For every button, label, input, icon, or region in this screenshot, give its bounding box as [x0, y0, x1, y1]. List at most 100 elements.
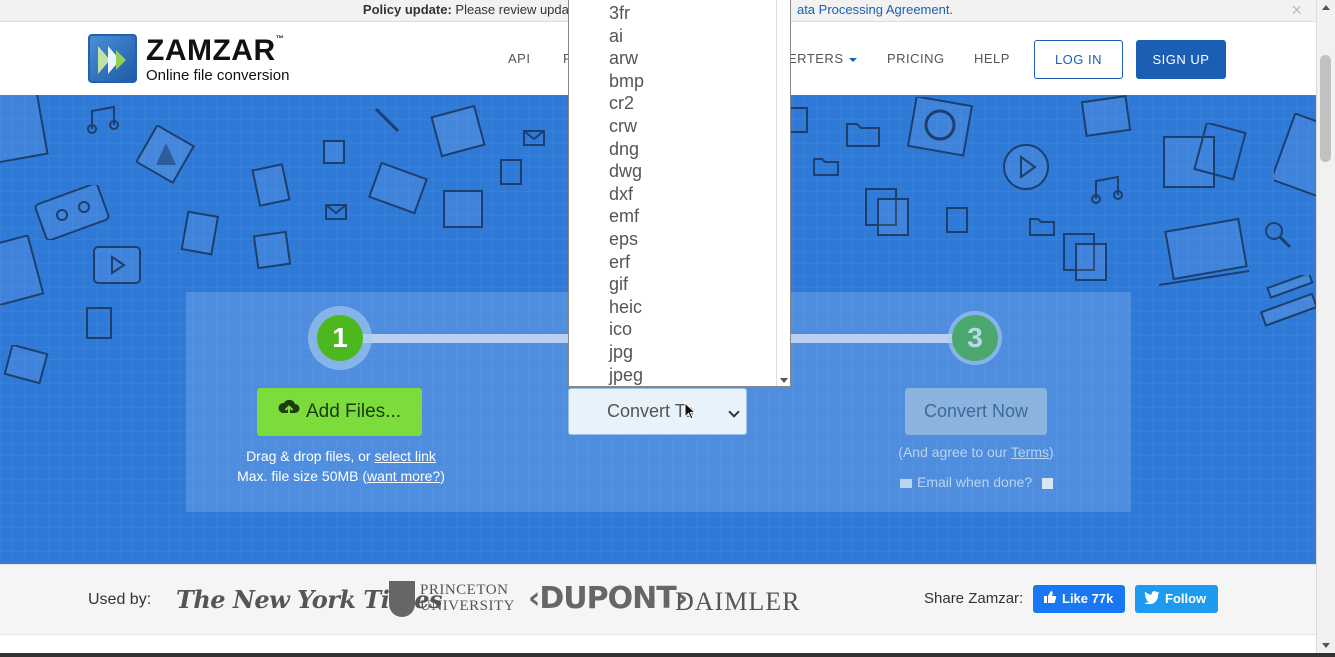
format-option[interactable]: bmp [609, 70, 790, 93]
signup-button[interactable]: SIGN UP [1136, 40, 1226, 79]
music-note-icon [86, 105, 120, 135]
share-label: Share Zamzar: [924, 590, 1024, 607]
laptop-icon [1155, 215, 1259, 295]
folder-icon [812, 155, 840, 177]
ruler-pencil-icon [1258, 275, 1316, 335]
login-button[interactable]: LOG IN [1034, 40, 1123, 79]
format-option[interactable]: heic [609, 296, 790, 319]
format-option[interactable]: dxf [609, 183, 790, 206]
photo-file-icon [84, 305, 114, 341]
policy-bold: Policy update: [362, 2, 452, 17]
copy-files-icon [862, 185, 914, 239]
cassette-icon [34, 185, 114, 240]
princeton-line-1: PRINCETON [420, 582, 509, 598]
scroll-up-arrow-icon[interactable] [1322, 5, 1330, 10]
nav-converters[interactable]: ERTERS [788, 22, 857, 95]
nav-help[interactable]: HELP [974, 22, 1010, 95]
music-note-icon-2 [1090, 175, 1124, 205]
nav-api[interactable]: API [508, 22, 530, 95]
format-option[interactable]: cr2 [609, 92, 790, 115]
format-option[interactable]: dwg [609, 160, 790, 183]
vector-graphic-icon [428, 105, 490, 159]
convert-to-select[interactable]: Convert To [568, 388, 747, 435]
max-size-text: Max. file size 50MB ( [237, 468, 368, 484]
mp3-file-icon [250, 163, 292, 209]
princeton-line-2: UNIVERSITY [420, 598, 515, 614]
close-icon[interactable]: × [1291, 0, 1302, 20]
film-strip-icon [368, 160, 430, 218]
format-option[interactable]: ico [609, 318, 790, 341]
follow-label: Follow [1165, 591, 1207, 606]
play-circle-icon [1000, 141, 1052, 193]
format-option[interactable]: gif [609, 273, 790, 296]
email-checkbox[interactable] [1042, 477, 1054, 489]
format-option[interactable]: emf [609, 205, 790, 228]
dupont-logo: ‹DUPONT› [528, 581, 688, 616]
format-option[interactable]: eps [609, 228, 790, 251]
contact-card-icon [440, 187, 490, 233]
format-option[interactable]: 3fr [609, 2, 790, 25]
format-options: 3fr ai arw bmp cr2 crw dng dwg dxf emf eps erf gif he… [569, 0, 790, 386]
princeton-logo: PRINCETON UNIVERSITY [389, 581, 515, 619]
scroll-down-arrow-icon[interactable] [780, 378, 788, 383]
twitter-bird-icon [1144, 586, 1160, 614]
select-link[interactable]: select link [374, 448, 435, 464]
policy-text: Please review update [455, 2, 580, 17]
step-3-badge: 3 [952, 315, 998, 361]
drag-drop-text: Drag & drop files, or [246, 448, 371, 464]
logo-mark-icon [88, 34, 137, 83]
file-small-icon [944, 205, 970, 235]
page-scrollbar[interactable] [1316, 0, 1335, 653]
logo-tagline: Online file conversion [146, 67, 290, 84]
twitter-follow-button[interactable]: Follow [1135, 585, 1218, 613]
file-corner-icon [1274, 113, 1316, 203]
format-option[interactable]: ai [609, 25, 790, 48]
cloud-upload-icon [278, 388, 300, 436]
terms-link[interactable]: Terms [1011, 444, 1049, 460]
video-file-icon [1080, 95, 1132, 139]
wrench-icon [372, 105, 402, 135]
cad-file-icon [0, 235, 44, 305]
format-option[interactable]: jpg [609, 341, 790, 364]
policy-link[interactable]: ata Processing Agreement. [797, 2, 953, 17]
folder-open-icon [845, 120, 883, 150]
magnifier-icon [1262, 219, 1292, 249]
caret-down-icon [848, 57, 857, 62]
mov-file-icon [180, 210, 220, 256]
step-1-badge: 1 [317, 315, 363, 361]
convert-to-label: Convert To [607, 401, 694, 421]
scrollbar-thumb[interactable] [1320, 55, 1331, 162]
zamzar-logo[interactable]: ZAMZAR™ Online file conversion [88, 34, 308, 84]
format-option[interactable]: arw [609, 47, 790, 70]
scroll-down-arrow-icon[interactable] [1322, 643, 1330, 648]
want-more-link[interactable]: want more? [367, 468, 440, 484]
format-option[interactable]: erf [609, 251, 790, 274]
thumbs-up-icon [1043, 586, 1057, 614]
audio-file-icon [498, 157, 524, 187]
vector-file-icon [136, 125, 196, 185]
terms-agreement: (And agree to our Terms) [876, 444, 1076, 460]
chevron-down-icon [728, 406, 740, 418]
logo-text: ZAMZAR™ [146, 34, 285, 67]
folder-icon-2 [1028, 215, 1056, 237]
email-label: Email when done? [917, 474, 1033, 490]
daimler-logo: DAIMLER [675, 587, 801, 616]
facebook-like-button[interactable]: Like 77k [1033, 585, 1125, 613]
camera-file-icon [4, 345, 50, 385]
add-files-button[interactable]: Add Files... [257, 388, 422, 436]
format-dropdown-list[interactable]: 3fr ai arw bmp cr2 crw dng dwg dxf emf eps erf gif he… [568, 0, 791, 387]
nav-pricing[interactable]: PRICING [887, 22, 945, 95]
format-option[interactable]: jpeg [609, 364, 790, 387]
format-option[interactable]: crw [609, 115, 790, 138]
used-by-section: Used by: The New York Times PRINCETON UNI… [0, 564, 1316, 634]
mail-icon-2 [522, 129, 546, 147]
convert-now-button[interactable]: Convert Now [905, 388, 1047, 435]
format-option[interactable]: dng [609, 138, 790, 161]
dropdown-scrollbar[interactable] [776, 0, 790, 386]
mail-icon [324, 203, 348, 221]
used-by-label: Used by: [88, 591, 152, 608]
image-frame-icon [1160, 123, 1248, 195]
envelope-icon [900, 478, 912, 488]
image-file-icon [252, 230, 292, 270]
refresh-file-icon [906, 97, 978, 159]
